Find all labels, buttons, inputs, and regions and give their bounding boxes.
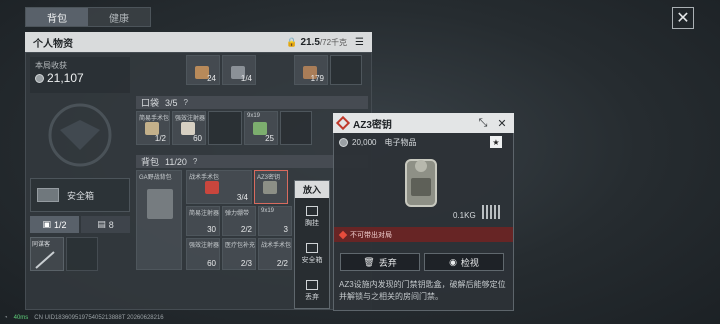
- pocket-header: 口袋 3/5?: [136, 96, 368, 109]
- backpack-slot[interactable]: 简易注射器 30: [186, 206, 220, 236]
- sub-tab-other[interactable]: ▤ 8: [81, 216, 130, 233]
- vest-icon: [306, 205, 318, 216]
- ping-readout: 40ms: [13, 315, 29, 321]
- coin-icon: [339, 138, 348, 147]
- income-value: 21,107: [47, 71, 84, 85]
- safe-box-label: 安全箱: [67, 190, 95, 201]
- pocket-slot[interactable]: 9x19 25: [244, 111, 278, 145]
- safe-box-slot[interactable]: 安全箱: [30, 178, 130, 212]
- pocket-slot[interactable]: 简易手术包 1/2: [136, 111, 170, 145]
- detail-price: 20,000 电子物品: [339, 137, 416, 148]
- backpack-slot[interactable]: 9x19 3: [258, 206, 292, 236]
- income-box: 本局收获 21,107: [30, 57, 130, 93]
- safe-box-icon: [306, 242, 318, 253]
- top-tabs: 背包 健康: [25, 7, 151, 27]
- top-slot[interactable]: 1/4: [222, 55, 256, 85]
- empty-slot[interactable]: [330, 55, 362, 85]
- backpack-slot[interactable]: 强效注射器 60: [186, 238, 220, 270]
- personal-title: 个人物资: [33, 38, 73, 50]
- wifi-icon: ◔: [4, 315, 8, 321]
- empty-slot[interactable]: [66, 237, 98, 271]
- detail-title: AZ3密钥: [353, 119, 392, 131]
- trash-icon: 🗑: [363, 256, 375, 267]
- menu-item-discard[interactable]: 丢弃: [295, 272, 329, 309]
- backpack-slot[interactable]: 弹力绷带 2/2: [222, 206, 256, 236]
- discard-button[interactable]: 🗑 丢弃: [340, 253, 420, 271]
- put-in-title: 放入: [295, 181, 329, 198]
- warning-bar: 不可带出对局: [334, 227, 513, 242]
- item-icon: [205, 181, 219, 194]
- warning-icon: [338, 230, 348, 239]
- close-icon: ✕: [676, 10, 690, 27]
- top-slot[interactable]: 24: [186, 55, 220, 85]
- list-icon[interactable]: ☰: [355, 37, 364, 48]
- item-icon: [147, 189, 173, 219]
- sub-tab-box[interactable]: ▣ 1/2: [30, 216, 79, 233]
- backpack-slot[interactable]: GA野战背包: [136, 170, 182, 270]
- weight-readout: 21.5/72千克: [300, 36, 348, 48]
- rarity-icon: [335, 115, 351, 131]
- pocket-slot[interactable]: 强效注射器 60: [172, 111, 206, 145]
- coin-icon: [35, 73, 44, 83]
- safe-box-icon: [37, 188, 59, 202]
- detail-category: 电子物品: [384, 138, 417, 147]
- empty-slot[interactable]: [280, 111, 312, 145]
- backpack-slot[interactable]: 医疗包补充 2/3: [222, 238, 256, 270]
- faction-emblem: [30, 95, 130, 175]
- collapse-icon[interactable]: ⤡: [476, 116, 490, 130]
- size-grid-icon: [482, 205, 502, 219]
- trash-icon: [306, 279, 318, 290]
- backpack-slot[interactable]: 战术手术包 3/4: [186, 170, 252, 204]
- put-in-menu: 放入 胸挂 安全箱 丢弃: [294, 180, 330, 309]
- empty-slot[interactable]: [208, 111, 242, 145]
- backpack-slot[interactable]: 战术手术包 2/2: [258, 238, 292, 270]
- inspect-button[interactable]: ◉ 检视: [424, 253, 504, 271]
- close-button[interactable]: ✕: [672, 7, 694, 29]
- key-card-image: [405, 159, 437, 207]
- card-icon: ▤: [97, 219, 106, 229]
- lock-icon: 🔒: [286, 36, 298, 47]
- income-label: 本局收获: [35, 61, 67, 70]
- melee-slot[interactable]: 同谋客: [30, 237, 64, 271]
- backpack-slot[interactable]: AZ3密钥: [254, 170, 288, 204]
- item-icon: [263, 181, 277, 194]
- status-bar: ◔ 40ms CN UID18360951975405213888T 20260…: [4, 313, 304, 323]
- sub-tabs: ▣ 1/2 ▤ 8: [30, 216, 130, 233]
- eye-icon: ◉: [449, 256, 457, 267]
- personal-header: 个人物资 🔒 21.5/72千克 ☰: [25, 32, 372, 52]
- tab-backpack[interactable]: 背包: [26, 8, 88, 26]
- detail-weight: 0.1KG: [453, 211, 476, 220]
- detail-header: AZ3密钥 ⤡ ✕: [333, 113, 514, 133]
- star-icon[interactable]: ★: [490, 136, 502, 148]
- menu-item-vest[interactable]: 胸挂: [295, 198, 329, 235]
- top-slot[interactable]: 179: [294, 55, 328, 85]
- emblem-icon: [48, 103, 112, 167]
- detail-description: AZ3设施内发现的门禁钥匙盒，破解后能够定位并解锁与之相关的房间门禁。: [339, 280, 506, 301]
- box-icon: ▣: [42, 219, 51, 229]
- tab-health[interactable]: 健康: [88, 8, 150, 26]
- knife-icon: [35, 251, 55, 269]
- menu-item-safe-box[interactable]: 安全箱: [295, 235, 329, 272]
- uid-readout: CN UID18360951975405213888T 20260628216: [34, 315, 164, 321]
- close-icon[interactable]: ✕: [495, 116, 509, 130]
